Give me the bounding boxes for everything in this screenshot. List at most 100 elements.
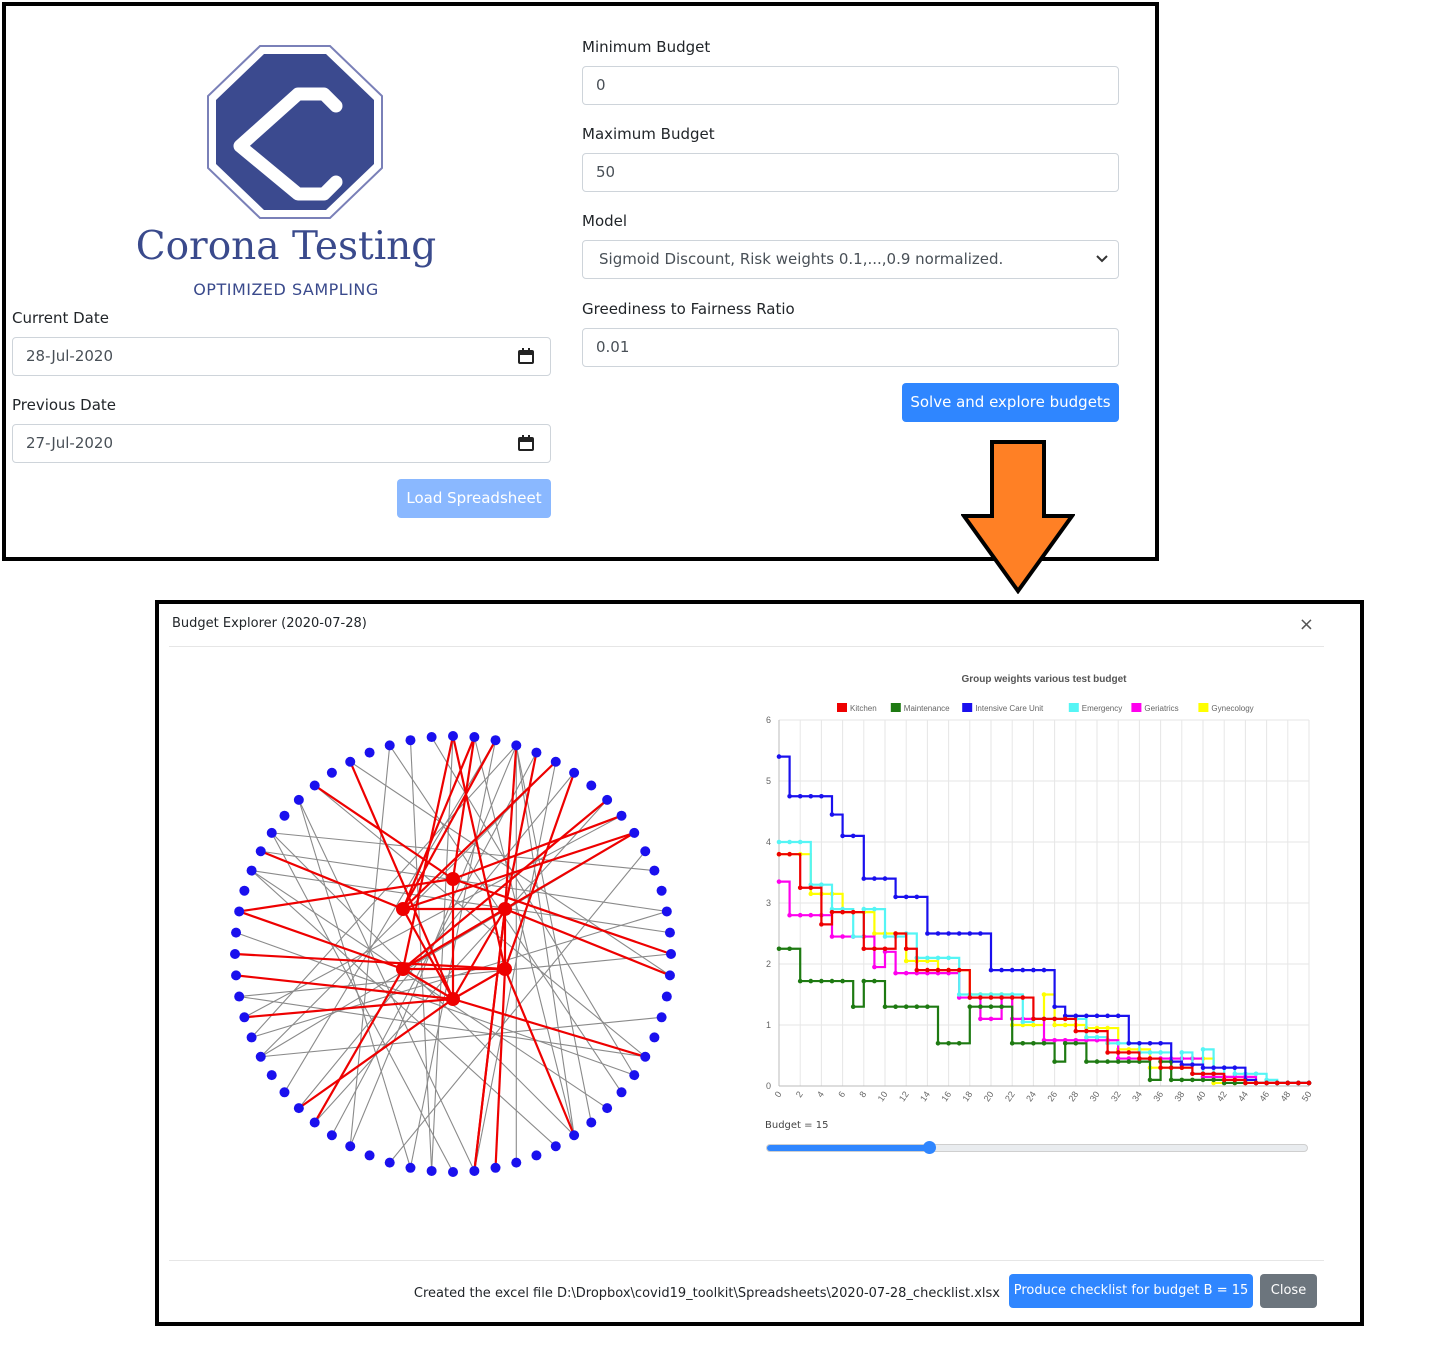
graph-edge: [389, 850, 646, 1163]
series-point: [819, 978, 824, 984]
min-budget-value: 0: [596, 76, 606, 94]
series-point: [1306, 1080, 1312, 1086]
budget-slider-thumb[interactable]: [923, 1141, 936, 1154]
series-point: [808, 891, 814, 897]
series-point: [1147, 1056, 1153, 1061]
legend-label: Geriatrics: [1144, 704, 1178, 713]
series-point: [787, 839, 792, 845]
series-line: [779, 840, 1309, 1085]
max-budget-value: 50: [596, 163, 616, 181]
close-button[interactable]: Close: [1260, 1274, 1317, 1308]
series-point: [946, 955, 951, 961]
series-point: [967, 1004, 973, 1009]
series-point: [1232, 1077, 1238, 1083]
y-tick-label: 3: [766, 898, 771, 908]
series-point: [903, 970, 909, 976]
max-budget-input[interactable]: 50: [582, 153, 1119, 192]
graph-node: [602, 794, 613, 805]
series-point: [819, 922, 824, 927]
series-point: [1137, 1041, 1142, 1046]
series-point: [999, 1004, 1004, 1009]
graph-node: [616, 1087, 627, 1098]
series-point: [1031, 1016, 1036, 1022]
produce-checklist-button[interactable]: Produce checklist for budget B = 15: [1009, 1274, 1253, 1308]
series-point: [1105, 1013, 1110, 1019]
series-point: [1190, 1077, 1195, 1083]
series-point: [787, 912, 792, 918]
x-tick-label: 26: [1045, 1089, 1059, 1103]
series-point: [914, 894, 920, 900]
previous-date-value: 27-Jul-2020: [26, 434, 114, 452]
series-point: [1137, 1056, 1142, 1061]
graph-node: [279, 810, 290, 821]
series-point: [1084, 1059, 1089, 1064]
current-date-input[interactable]: 28-Jul-2020: [12, 337, 551, 376]
model-select[interactable]: Sigmoid Discount, Risk weights 0.1,...,0…: [582, 240, 1119, 279]
series-point: [1052, 1016, 1057, 1022]
legend-swatch: [1068, 703, 1079, 712]
graph-node: [309, 780, 320, 791]
series-point: [1200, 1047, 1206, 1052]
min-budget-input[interactable]: 0: [582, 66, 1119, 105]
graph-node: [602, 1103, 613, 1114]
graph-node: [309, 1117, 320, 1128]
series-point: [1020, 995, 1026, 1000]
graph-node: [234, 991, 245, 1002]
graph-node: [469, 732, 480, 743]
series-point: [1084, 1013, 1089, 1019]
series-point: [893, 931, 898, 936]
model-selected-value: Sigmoid Discount, Risk weights 0.1,...,0…: [599, 250, 1004, 268]
series-point: [1168, 1065, 1174, 1070]
series-point: [978, 1016, 983, 1022]
series-point: [840, 909, 845, 915]
graph-node: [511, 1157, 522, 1168]
series-point: [1179, 1077, 1185, 1083]
x-tick-label: 28: [1067, 1089, 1081, 1103]
graph-node: [405, 735, 416, 746]
graph-node: [231, 970, 242, 981]
graph-edge: [431, 735, 454, 1171]
x-tick-label: 32: [1109, 1089, 1123, 1103]
graph-edge: [260, 1016, 662, 1058]
series-point: [1052, 1004, 1057, 1009]
series-point: [925, 931, 930, 936]
series-point: [1020, 967, 1026, 973]
series-point: [1105, 1025, 1110, 1031]
previous-date-input[interactable]: 27-Jul-2020: [12, 424, 551, 463]
series-point: [1158, 1050, 1163, 1055]
solve-budgets-button[interactable]: Solve and explore budgets: [902, 383, 1119, 422]
x-tick-label: 0: [773, 1089, 784, 1099]
previous-date-label: Previous Date: [12, 396, 117, 414]
graph-node: [426, 732, 437, 743]
series-point: [925, 955, 930, 961]
series-point: [1115, 1041, 1121, 1046]
series-point: [861, 978, 867, 984]
load-spreadsheet-button[interactable]: Load Spreadsheet: [397, 479, 551, 518]
series-point: [978, 931, 983, 936]
series-point: [1179, 1050, 1185, 1055]
x-tick-label: 12: [897, 1089, 911, 1103]
current-date-value: 28-Jul-2020: [26, 347, 114, 365]
ratio-input[interactable]: 0.01: [582, 328, 1119, 367]
x-tick-label: 42: [1215, 1089, 1229, 1103]
x-tick-label: 20: [982, 1089, 996, 1103]
close-icon[interactable]: ×: [1299, 614, 1314, 635]
series-point: [840, 978, 845, 984]
brand-title: Corona Testing: [135, 224, 437, 269]
series-point: [935, 1041, 941, 1046]
graph-node: [586, 1117, 597, 1128]
model-label: Model: [582, 212, 628, 230]
series-point: [850, 833, 856, 839]
series-point: [1105, 1050, 1110, 1055]
series-point: [1264, 1080, 1269, 1086]
calendar-icon[interactable]: [518, 348, 534, 364]
calendar-icon[interactable]: [518, 435, 534, 451]
series-point: [797, 912, 803, 918]
budget-slider[interactable]: [766, 1141, 1308, 1154]
series-point: [840, 934, 845, 939]
series-point: [935, 931, 941, 936]
graph-node: [448, 1167, 458, 1177]
series-point: [1147, 1077, 1153, 1083]
series-point: [829, 812, 835, 817]
graph-node: [448, 731, 458, 741]
